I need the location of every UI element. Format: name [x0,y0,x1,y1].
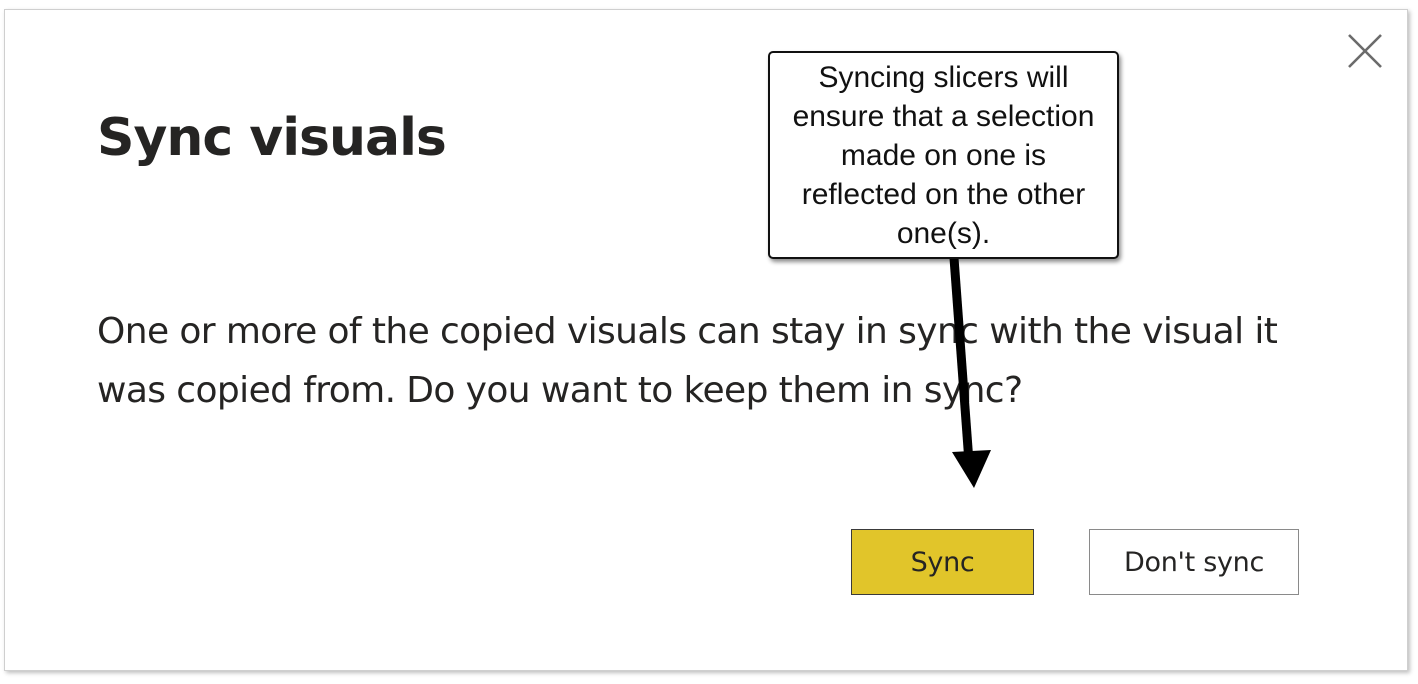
close-icon [1348,34,1382,68]
dont-sync-button[interactable]: Don't sync [1089,529,1299,595]
callout-text: Syncing slicers will ensure that a selec… [792,60,1095,250]
sync-visuals-dialog: Sync visuals One or more of the copied v… [4,9,1408,671]
dialog-title: Sync visuals [97,108,447,168]
page: Sync visuals One or more of the copied v… [0,0,1418,684]
annotation-callout: Syncing slicers will ensure that a selec… [768,51,1119,259]
close-button[interactable] [1346,32,1384,70]
dialog-message: One or more of the copied visuals can st… [97,311,1278,411]
sync-button[interactable]: Sync [851,529,1034,595]
